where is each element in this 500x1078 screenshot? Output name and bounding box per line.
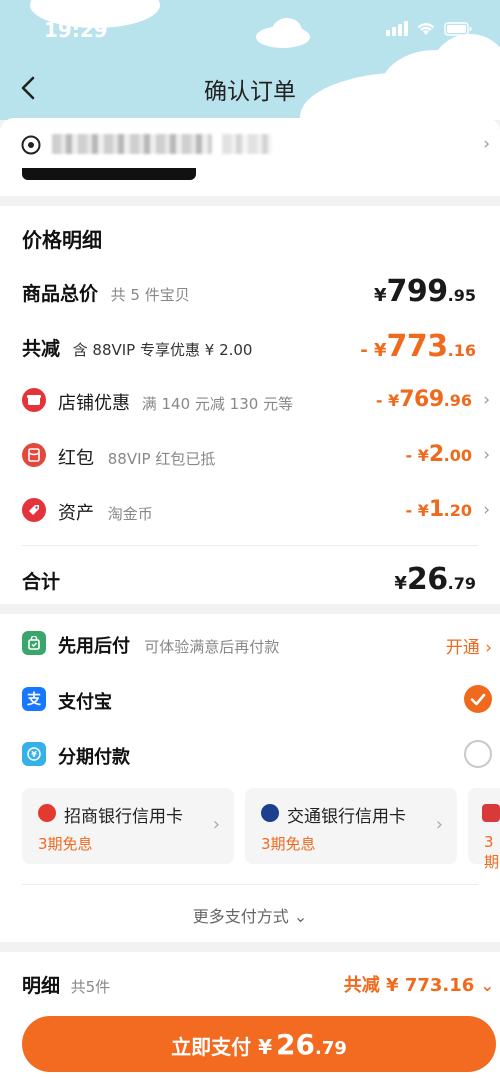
cmb-logo-icon (38, 804, 56, 822)
address-card[interactable] (0, 118, 500, 196)
pay-now-label: 立即支付 ¥ (171, 1035, 273, 1059)
shop-discount-chevron-icon[interactable]: › (483, 390, 490, 410)
svg-text:¥: ¥ (31, 750, 37, 759)
address-chevron-icon[interactable]: › (483, 134, 490, 154)
pay-later-icon (22, 631, 46, 655)
red-packet-row[interactable]: 红包 88VIP 红包已抵 (58, 444, 215, 470)
bank-free-label: 3期免息 (38, 835, 93, 853)
bank-logo-icon (482, 804, 500, 822)
detail-label[interactable]: 明细 共5件 (22, 971, 110, 998)
detail-count: 共5件 (70, 978, 111, 996)
status-bar: 19:29 (0, 18, 500, 46)
goods-total-label: 商品总价 共 5 件宝贝 (22, 283, 190, 305)
red-packet-chevron-icon[interactable]: › (483, 445, 490, 465)
bocom-logo-icon (261, 804, 279, 822)
bank-free-label: 3期免息 (261, 835, 316, 853)
battery-icon (444, 22, 472, 36)
bottom-discount[interactable]: 共减 ¥ 773.16 ⌄ (344, 971, 494, 997)
bank-free-label: 3期 (484, 833, 500, 871)
bank-name: 招商银行信用卡 (64, 807, 183, 827)
total-discount-sub: 含 88VIP 专享优惠 ¥ 2.00 (72, 341, 253, 359)
address-banner-strip (22, 168, 196, 180)
alipay-selected-check-icon[interactable] (464, 685, 492, 713)
bank-option-more[interactable]: 3期 (468, 788, 500, 871)
pay-now-button[interactable]: 立即支付 ¥ 26 .79 (22, 1016, 496, 1072)
wifi-icon (417, 23, 435, 35)
shop-icon (22, 388, 46, 412)
red-packet-icon (22, 443, 46, 467)
shop-discount-label: 店铺优惠 (58, 393, 130, 414)
red-packet-sub: 88VIP 红包已抵 (107, 450, 216, 468)
shop-discount-sub: 满 140 元减 130 元等 (141, 395, 294, 413)
assets-row[interactable]: 资产 淘金币 (58, 499, 153, 525)
assets-chevron-icon[interactable]: › (483, 500, 490, 520)
bank-option-bocom[interactable]: 交通银行信用卡 3期免息 › (245, 788, 457, 864)
status-icons (386, 21, 472, 36)
price-detail-title: 价格明细 (22, 228, 102, 252)
red-packet-label: 红包 (58, 448, 94, 469)
bank-name: 交通银行信用卡 (287, 807, 406, 827)
pay-later-activate-link[interactable]: 开通 › (446, 633, 492, 658)
address-redacted (222, 134, 272, 154)
pay-now-amount-int: 26 (276, 1028, 315, 1061)
more-payment-methods-button[interactable]: 更多支付方式 ⌄ (0, 903, 500, 927)
bank-chevron-icon: › (212, 814, 220, 835)
address-redacted (52, 134, 212, 154)
alipay-icon: 支 (22, 687, 46, 711)
installment-radio[interactable] (464, 740, 492, 768)
pay-later-label: 先用后付 (58, 636, 130, 657)
installment-label[interactable]: 分期付款 (58, 743, 130, 769)
alipay-label[interactable]: 支付宝 (58, 688, 112, 714)
red-packet-amount: - ¥2.00 (405, 442, 473, 467)
pay-later-sub: 可体验满意后再付款 (144, 638, 280, 656)
total-discount-amount: - ¥773.16 (360, 329, 476, 364)
total-discount-label: 共减 含 88VIP 专享优惠 ¥ 2.00 (22, 338, 253, 360)
coin-tag-icon (22, 498, 46, 522)
location-pin-icon (21, 135, 41, 155)
goods-total-amount: ¥799.95 (374, 274, 476, 309)
payment-card (0, 614, 500, 942)
divider (22, 884, 478, 885)
sum-label: 合计 (22, 571, 61, 593)
sum-amount: ¥26.79 (394, 562, 476, 597)
pay-later-row[interactable]: 先用后付 可体验满意后再付款 (58, 632, 279, 658)
shop-discount-amount: - ¥769.96 (375, 387, 472, 412)
installment-icon: ¥ (22, 742, 46, 766)
signal-icon (386, 21, 408, 36)
status-time: 19:29 (44, 18, 108, 42)
assets-sub: 淘金币 (107, 505, 153, 523)
assets-amount: - ¥1.20 (405, 497, 473, 522)
page-title: 确认订单 (204, 79, 296, 105)
goods-total-sub: 共 5 件宝贝 (110, 286, 190, 304)
pay-now-amount-dec: .79 (314, 1038, 347, 1059)
bank-option-cmb[interactable]: 招商银行信用卡 3期免息 › (22, 788, 234, 864)
expand-chevron-icon: ⌄ (480, 976, 494, 995)
divider (22, 545, 478, 546)
bank-chevron-icon: › (435, 814, 443, 835)
assets-label: 资产 (58, 503, 94, 524)
shop-discount-row[interactable]: 店铺优惠 满 140 元减 130 元等 (58, 389, 293, 415)
header-banner: 19:29 确认订单 (0, 0, 500, 120)
